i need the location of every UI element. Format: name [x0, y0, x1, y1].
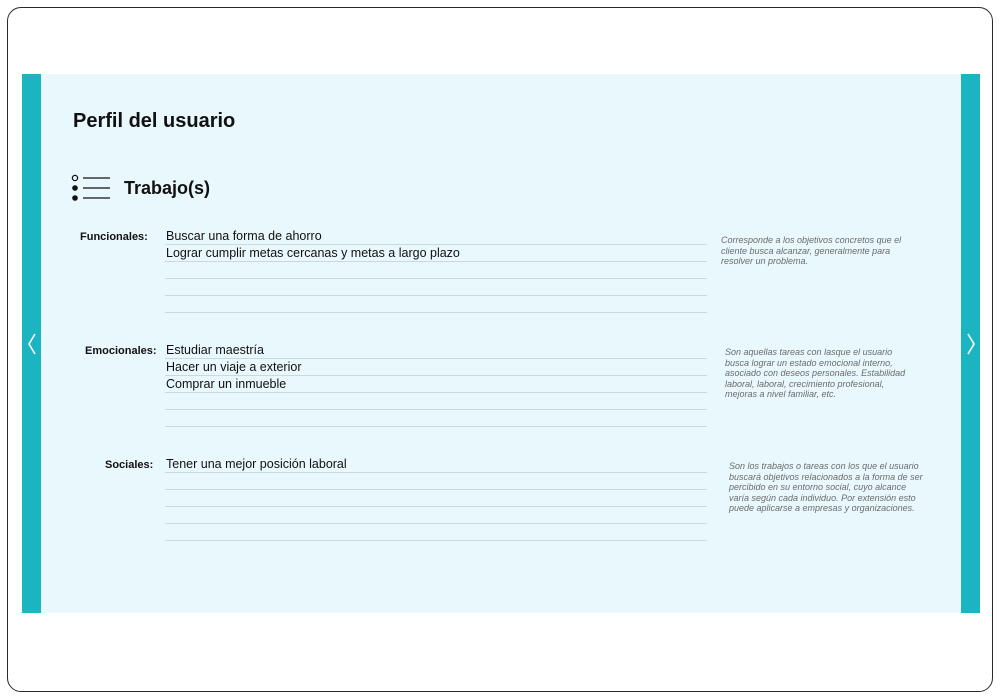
chevron-right-icon — [966, 333, 975, 354]
next-slide-button[interactable] — [961, 74, 980, 613]
lines-sociales: Tener una mejor posición laboral — [165, 456, 707, 541]
text-line[interactable] — [165, 279, 707, 296]
text-line[interactable]: Estudiar maestría — [165, 342, 707, 359]
list-icon — [71, 174, 110, 201]
text-line[interactable]: Lograr cumplir metas cercanas y metas a … — [165, 245, 707, 262]
category-label-funcionales: Funcionales: — [80, 231, 148, 243]
note-emocionales: Son aquellas tareas con lasque el usuari… — [725, 347, 906, 399]
text-line[interactable]: Hacer un viaje a exterior — [165, 359, 707, 376]
chevron-left-icon — [27, 333, 36, 354]
prev-slide-button[interactable] — [22, 74, 41, 613]
text-line[interactable] — [165, 296, 707, 313]
category-label-sociales: Sociales: — [105, 459, 154, 471]
text-line[interactable] — [165, 262, 707, 279]
text-line[interactable] — [165, 507, 707, 524]
text-line[interactable] — [165, 410, 707, 427]
text-line[interactable]: Comprar un inmueble — [165, 376, 707, 393]
note-sociales: Son los trabajos o tareas con los que el… — [729, 461, 923, 513]
text-line[interactable] — [165, 393, 707, 410]
note-funcionales: Corresponde a los objetivos concretos qu… — [721, 235, 902, 266]
page-title: Perfil del usuario — [73, 110, 236, 132]
text-line[interactable] — [165, 524, 707, 541]
lines-funcionales: Buscar una forma de ahorro Lograr cumpli… — [165, 228, 707, 313]
category-label-emocionales: Emocionales: — [85, 345, 157, 357]
lines-emocionales: Estudiar maestría Hacer un viaje a exter… — [165, 342, 707, 427]
text-line[interactable]: Tener una mejor posición laboral — [165, 456, 707, 473]
text-line[interactable] — [165, 490, 707, 507]
text-line[interactable] — [165, 473, 707, 490]
section-title: Trabajo(s) — [124, 178, 211, 198]
text-line[interactable]: Buscar una forma de ahorro — [165, 228, 707, 245]
